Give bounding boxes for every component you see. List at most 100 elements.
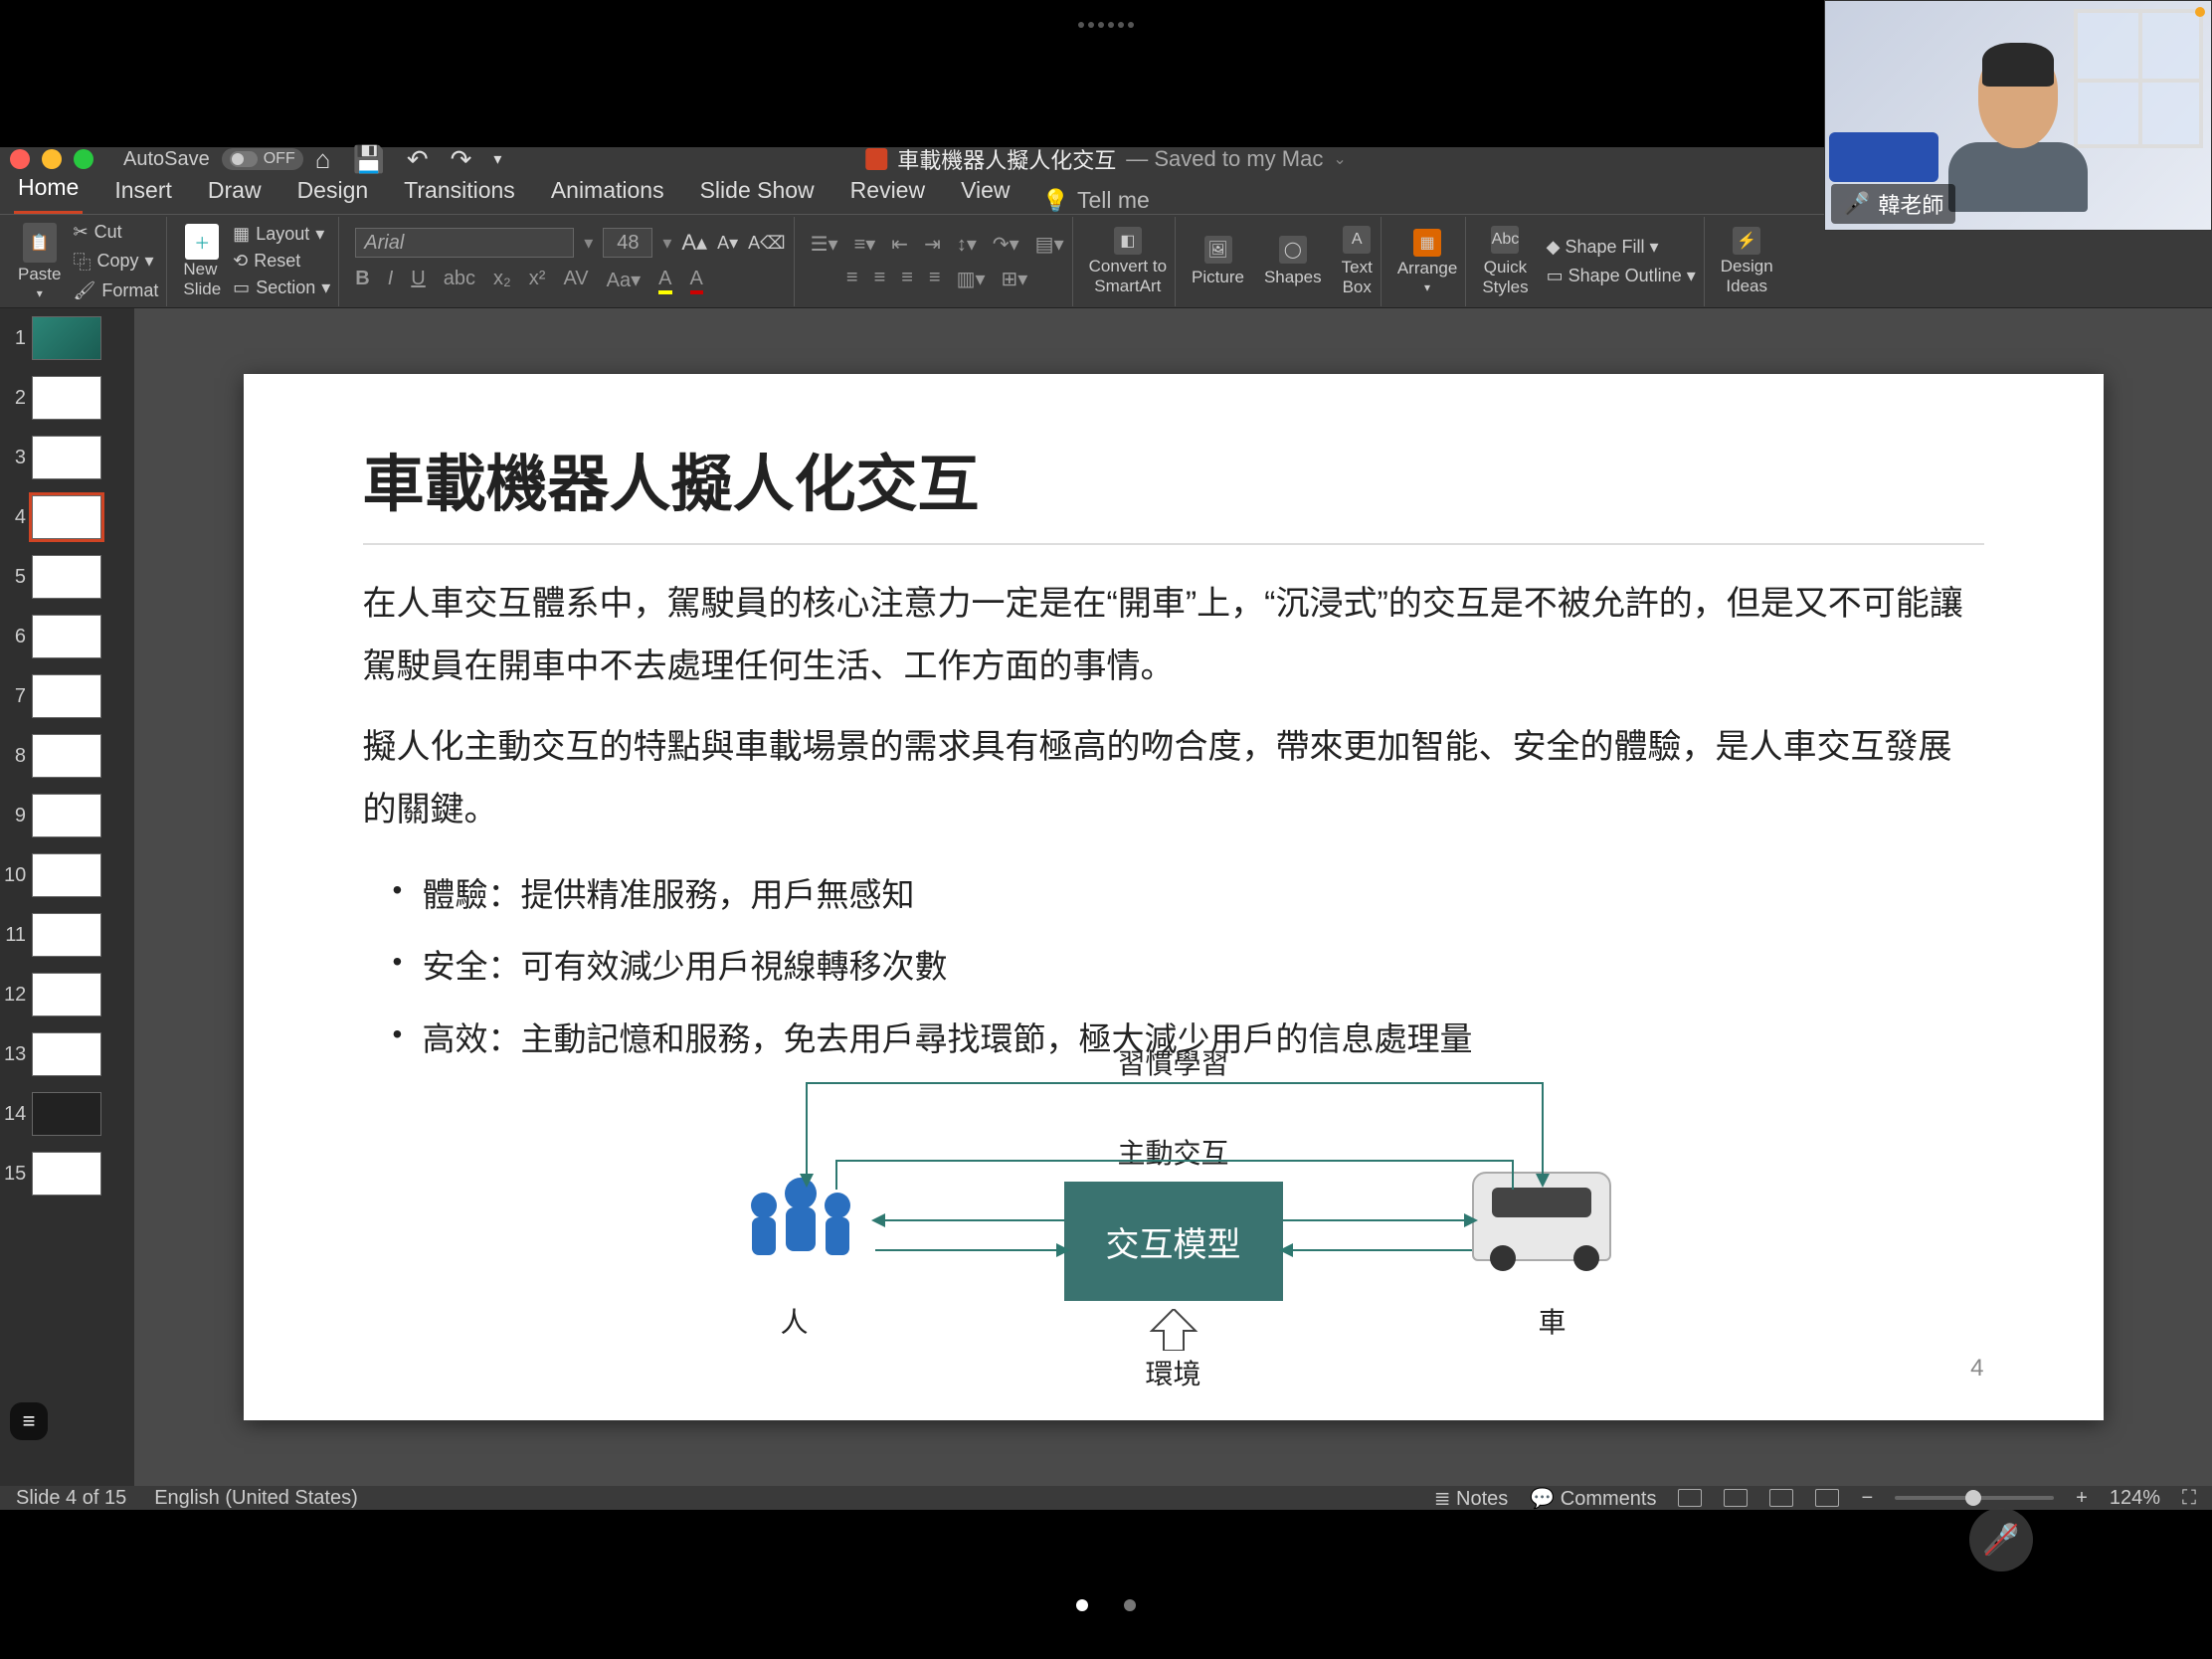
tab-review[interactable]: Review bbox=[846, 171, 929, 214]
bullet-item[interactable]: 安全：可有效減少用戶視線轉移次數 bbox=[393, 931, 1984, 1004]
tab-transitions[interactable]: Transitions bbox=[400, 171, 519, 214]
close-button[interactable] bbox=[10, 149, 30, 169]
font-name-select[interactable]: Arial bbox=[355, 228, 574, 258]
slide-thumbnail[interactable] bbox=[32, 376, 101, 420]
reset-button[interactable]: ⟲Reset bbox=[233, 251, 330, 272]
slide-paragraph[interactable]: 在人車交互體系中，駕駛員的核心注意力一定是在“開車”上，“沉浸式”的交互是不被允… bbox=[363, 573, 1984, 698]
align-text-button[interactable]: ▤▾ bbox=[1035, 232, 1064, 257]
bold-button[interactable]: B bbox=[355, 268, 369, 294]
align-right-button[interactable]: ≡ bbox=[901, 267, 913, 291]
slide-thumbnail[interactable] bbox=[32, 674, 101, 718]
window-drag-handle[interactable] bbox=[1078, 22, 1134, 28]
slide-thumbnail[interactable] bbox=[32, 1092, 101, 1136]
smartart-group[interactable]: ◧ Convert to SmartArt bbox=[1081, 217, 1176, 306]
autosave-toggle[interactable]: OFF bbox=[222, 148, 303, 170]
slide-thumbnail[interactable] bbox=[32, 913, 101, 957]
tab-insert[interactable]: Insert bbox=[110, 171, 176, 214]
redo-icon[interactable]: ↷ bbox=[451, 144, 472, 175]
sorter-view-button[interactable] bbox=[1724, 1489, 1748, 1507]
section-button[interactable]: ▭Section ▾ bbox=[233, 277, 330, 298]
tab-view[interactable]: View bbox=[957, 171, 1014, 214]
new-slide-button[interactable]: ＋ New Slide bbox=[183, 224, 221, 299]
increase-indent-button[interactable]: ⇥ bbox=[924, 232, 941, 257]
slide-thumbnail[interactable] bbox=[32, 973, 101, 1016]
bullet-item[interactable]: 體驗：提供精准服務，用戶無感知 bbox=[393, 859, 1984, 932]
maximize-button[interactable] bbox=[74, 149, 93, 169]
textbox-button[interactable]: AText Box bbox=[1342, 226, 1373, 297]
chevron-down-icon[interactable]: ⌄ bbox=[1333, 149, 1346, 169]
comments-toggle[interactable]: 💬 Comments bbox=[1530, 1486, 1656, 1511]
design-ideas-button[interactable]: ⚡ Design Ideas bbox=[1713, 217, 1781, 306]
quick-styles-button[interactable]: AbcQuick Styles bbox=[1482, 226, 1528, 297]
columns-button[interactable]: ▥▾ bbox=[957, 267, 986, 291]
notes-toggle[interactable]: ≣ Notes bbox=[1434, 1486, 1509, 1511]
decrease-font-icon[interactable]: A▾ bbox=[717, 233, 738, 254]
slide-thumbnail[interactable] bbox=[32, 436, 101, 479]
zoom-slider[interactable] bbox=[1895, 1496, 2054, 1500]
align-left-button[interactable]: ≡ bbox=[846, 267, 858, 291]
increase-font-icon[interactable]: A▴ bbox=[681, 230, 707, 256]
slide-diagram[interactable]: 習慣學習 主動交互 交互模型 人 車 環境 bbox=[726, 1042, 1621, 1390]
subscript-button[interactable]: x₂ bbox=[493, 268, 511, 294]
character-spacing-button[interactable]: AV bbox=[563, 268, 588, 294]
justify-button[interactable]: ≡ bbox=[929, 267, 941, 291]
tab-draw[interactable]: Draw bbox=[204, 171, 266, 214]
layout-button[interactable]: ▦Layout ▾ bbox=[233, 224, 330, 245]
fit-to-window-button[interactable]: ⛶ bbox=[2182, 1487, 2196, 1510]
conference-dock-pager[interactable] bbox=[1076, 1599, 1136, 1611]
slide-thumbnail[interactable] bbox=[32, 853, 101, 897]
decrease-indent-button[interactable]: ⇤ bbox=[891, 232, 908, 257]
slide-canvas-area[interactable]: 車載機器人擬人化交互 在人車交互體系中，駕駛員的核心注意力一定是在“開車”上，“… bbox=[134, 308, 2212, 1486]
home-icon[interactable]: ⌂ bbox=[315, 144, 331, 175]
shape-fill-button[interactable]: ◆ Shape Fill ▾ bbox=[1547, 237, 1696, 258]
slide-thumbnail[interactable] bbox=[32, 794, 101, 837]
cut-button[interactable]: ✂Cut bbox=[73, 222, 158, 243]
italic-button[interactable]: I bbox=[388, 268, 394, 294]
normal-view-button[interactable] bbox=[1678, 1489, 1702, 1507]
line-spacing-button[interactable]: ↕▾ bbox=[957, 232, 977, 257]
pager-dot[interactable] bbox=[1124, 1599, 1136, 1611]
arrange-button[interactable]: ▦ Arrange ▾ bbox=[1389, 217, 1466, 306]
zoom-in-button[interactable]: + bbox=[2076, 1487, 2088, 1510]
slide-thumbnail[interactable] bbox=[32, 316, 101, 360]
align-center-button[interactable]: ≡ bbox=[874, 267, 886, 291]
slide-thumbnail[interactable] bbox=[32, 1032, 101, 1076]
slide-thumbnail[interactable] bbox=[32, 734, 101, 778]
change-case-button[interactable]: Aa▾ bbox=[607, 268, 642, 294]
format-painter-button[interactable]: 🖌Format bbox=[73, 280, 158, 301]
superscript-button[interactable]: x² bbox=[529, 268, 546, 294]
participant-video[interactable]: 🎤 韓老師 bbox=[1824, 0, 2212, 231]
reading-view-button[interactable] bbox=[1769, 1489, 1793, 1507]
slide-thumbnail[interactable] bbox=[32, 555, 101, 599]
slide[interactable]: 車載機器人擬人化交互 在人車交互體系中，駕駛員的核心注意力一定是在“開車”上，“… bbox=[244, 374, 2104, 1420]
tab-design[interactable]: Design bbox=[293, 171, 373, 214]
picture-button[interactable]: 🖼Picture bbox=[1192, 236, 1244, 287]
font-size-select[interactable]: 48 bbox=[603, 228, 652, 258]
slide-thumbnail[interactable] bbox=[32, 495, 101, 539]
qat-more-icon[interactable]: ▾ bbox=[493, 149, 501, 169]
shape-outline-button[interactable]: ▭ Shape Outline ▾ bbox=[1547, 266, 1696, 286]
bullets-button[interactable]: ☰▾ bbox=[811, 232, 838, 257]
tab-animations[interactable]: Animations bbox=[547, 171, 668, 214]
undo-icon[interactable]: ↶ bbox=[407, 144, 429, 175]
underline-button[interactable]: U bbox=[411, 268, 425, 294]
document-title[interactable]: 車載機器人擬人化交互 — Saved to my Mac ⌄ bbox=[865, 143, 1347, 175]
text-direction-button[interactable]: ↷▾ bbox=[993, 232, 1019, 257]
tab-home[interactable]: Home bbox=[14, 168, 83, 214]
copy-button[interactable]: ⿻Copy ▾ bbox=[73, 249, 158, 275]
paste-button[interactable]: 📋 Paste ▾ bbox=[18, 223, 61, 300]
zoom-out-button[interactable]: − bbox=[1861, 1487, 1873, 1510]
minimize-button[interactable] bbox=[42, 149, 62, 169]
slideshow-view-button[interactable] bbox=[1815, 1489, 1839, 1507]
highlight-button[interactable]: A bbox=[658, 268, 671, 294]
mute-mic-button[interactable]: 🎤 bbox=[1969, 1508, 2033, 1571]
save-icon[interactable]: 💾 bbox=[352, 144, 384, 175]
slide-thumbnail[interactable] bbox=[32, 1152, 101, 1196]
language-indicator[interactable]: English (United States) bbox=[154, 1487, 358, 1510]
slide-counter[interactable]: Slide 4 of 15 bbox=[16, 1487, 126, 1510]
slide-thumbnail[interactable] bbox=[32, 615, 101, 658]
zoom-level[interactable]: 124% bbox=[2110, 1487, 2160, 1510]
numbering-button[interactable]: ≡▾ bbox=[854, 232, 876, 257]
strike-button[interactable]: abc bbox=[444, 268, 475, 294]
distribute-button[interactable]: ⊞▾ bbox=[1002, 267, 1028, 291]
